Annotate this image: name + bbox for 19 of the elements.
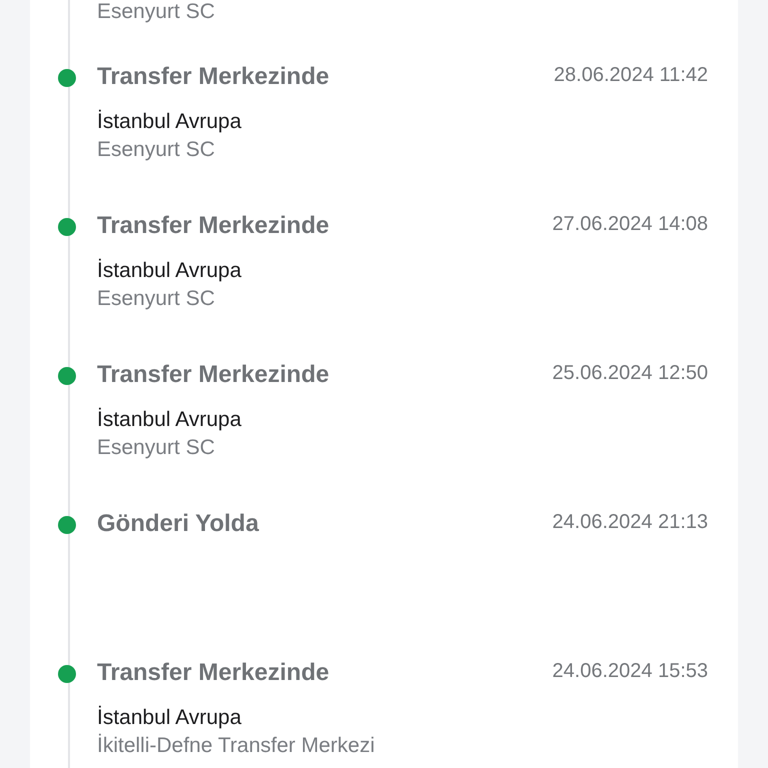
location-text: Esenyurt SC (97, 435, 216, 461)
location-text: Esenyurt SC (97, 0, 216, 25)
location-text: Esenyurt SC (97, 286, 216, 312)
city-text: İstanbul Avrupa (97, 108, 242, 135)
status-title: Transfer Merkezinde (97, 658, 330, 688)
city-text: İstanbul Avrupa (97, 704, 242, 731)
event-date: 27.06.2024 14:08 (552, 212, 708, 237)
status-title: Transfer Merkezinde (97, 360, 330, 390)
event-date: 24.06.2024 21:13 (552, 510, 708, 535)
status-title: Transfer Merkezinde (97, 62, 330, 92)
location-text: Esenyurt SC (97, 137, 216, 163)
status-title: Transfer Merkezinde (97, 211, 330, 241)
event-date: 28.06.2024 11:42 (554, 63, 708, 88)
event-date: 24.06.2024 15:53 (552, 659, 708, 684)
location-text: İkitelli-Defne Transfer Merkezi (97, 732, 376, 759)
status-title: Gönderi Yolda (97, 509, 259, 539)
city-text: İstanbul Avrupa (97, 406, 242, 433)
event-date: 25.06.2024 12:50 (552, 361, 708, 386)
city-text: İstanbul Avrupa (97, 258, 242, 284)
